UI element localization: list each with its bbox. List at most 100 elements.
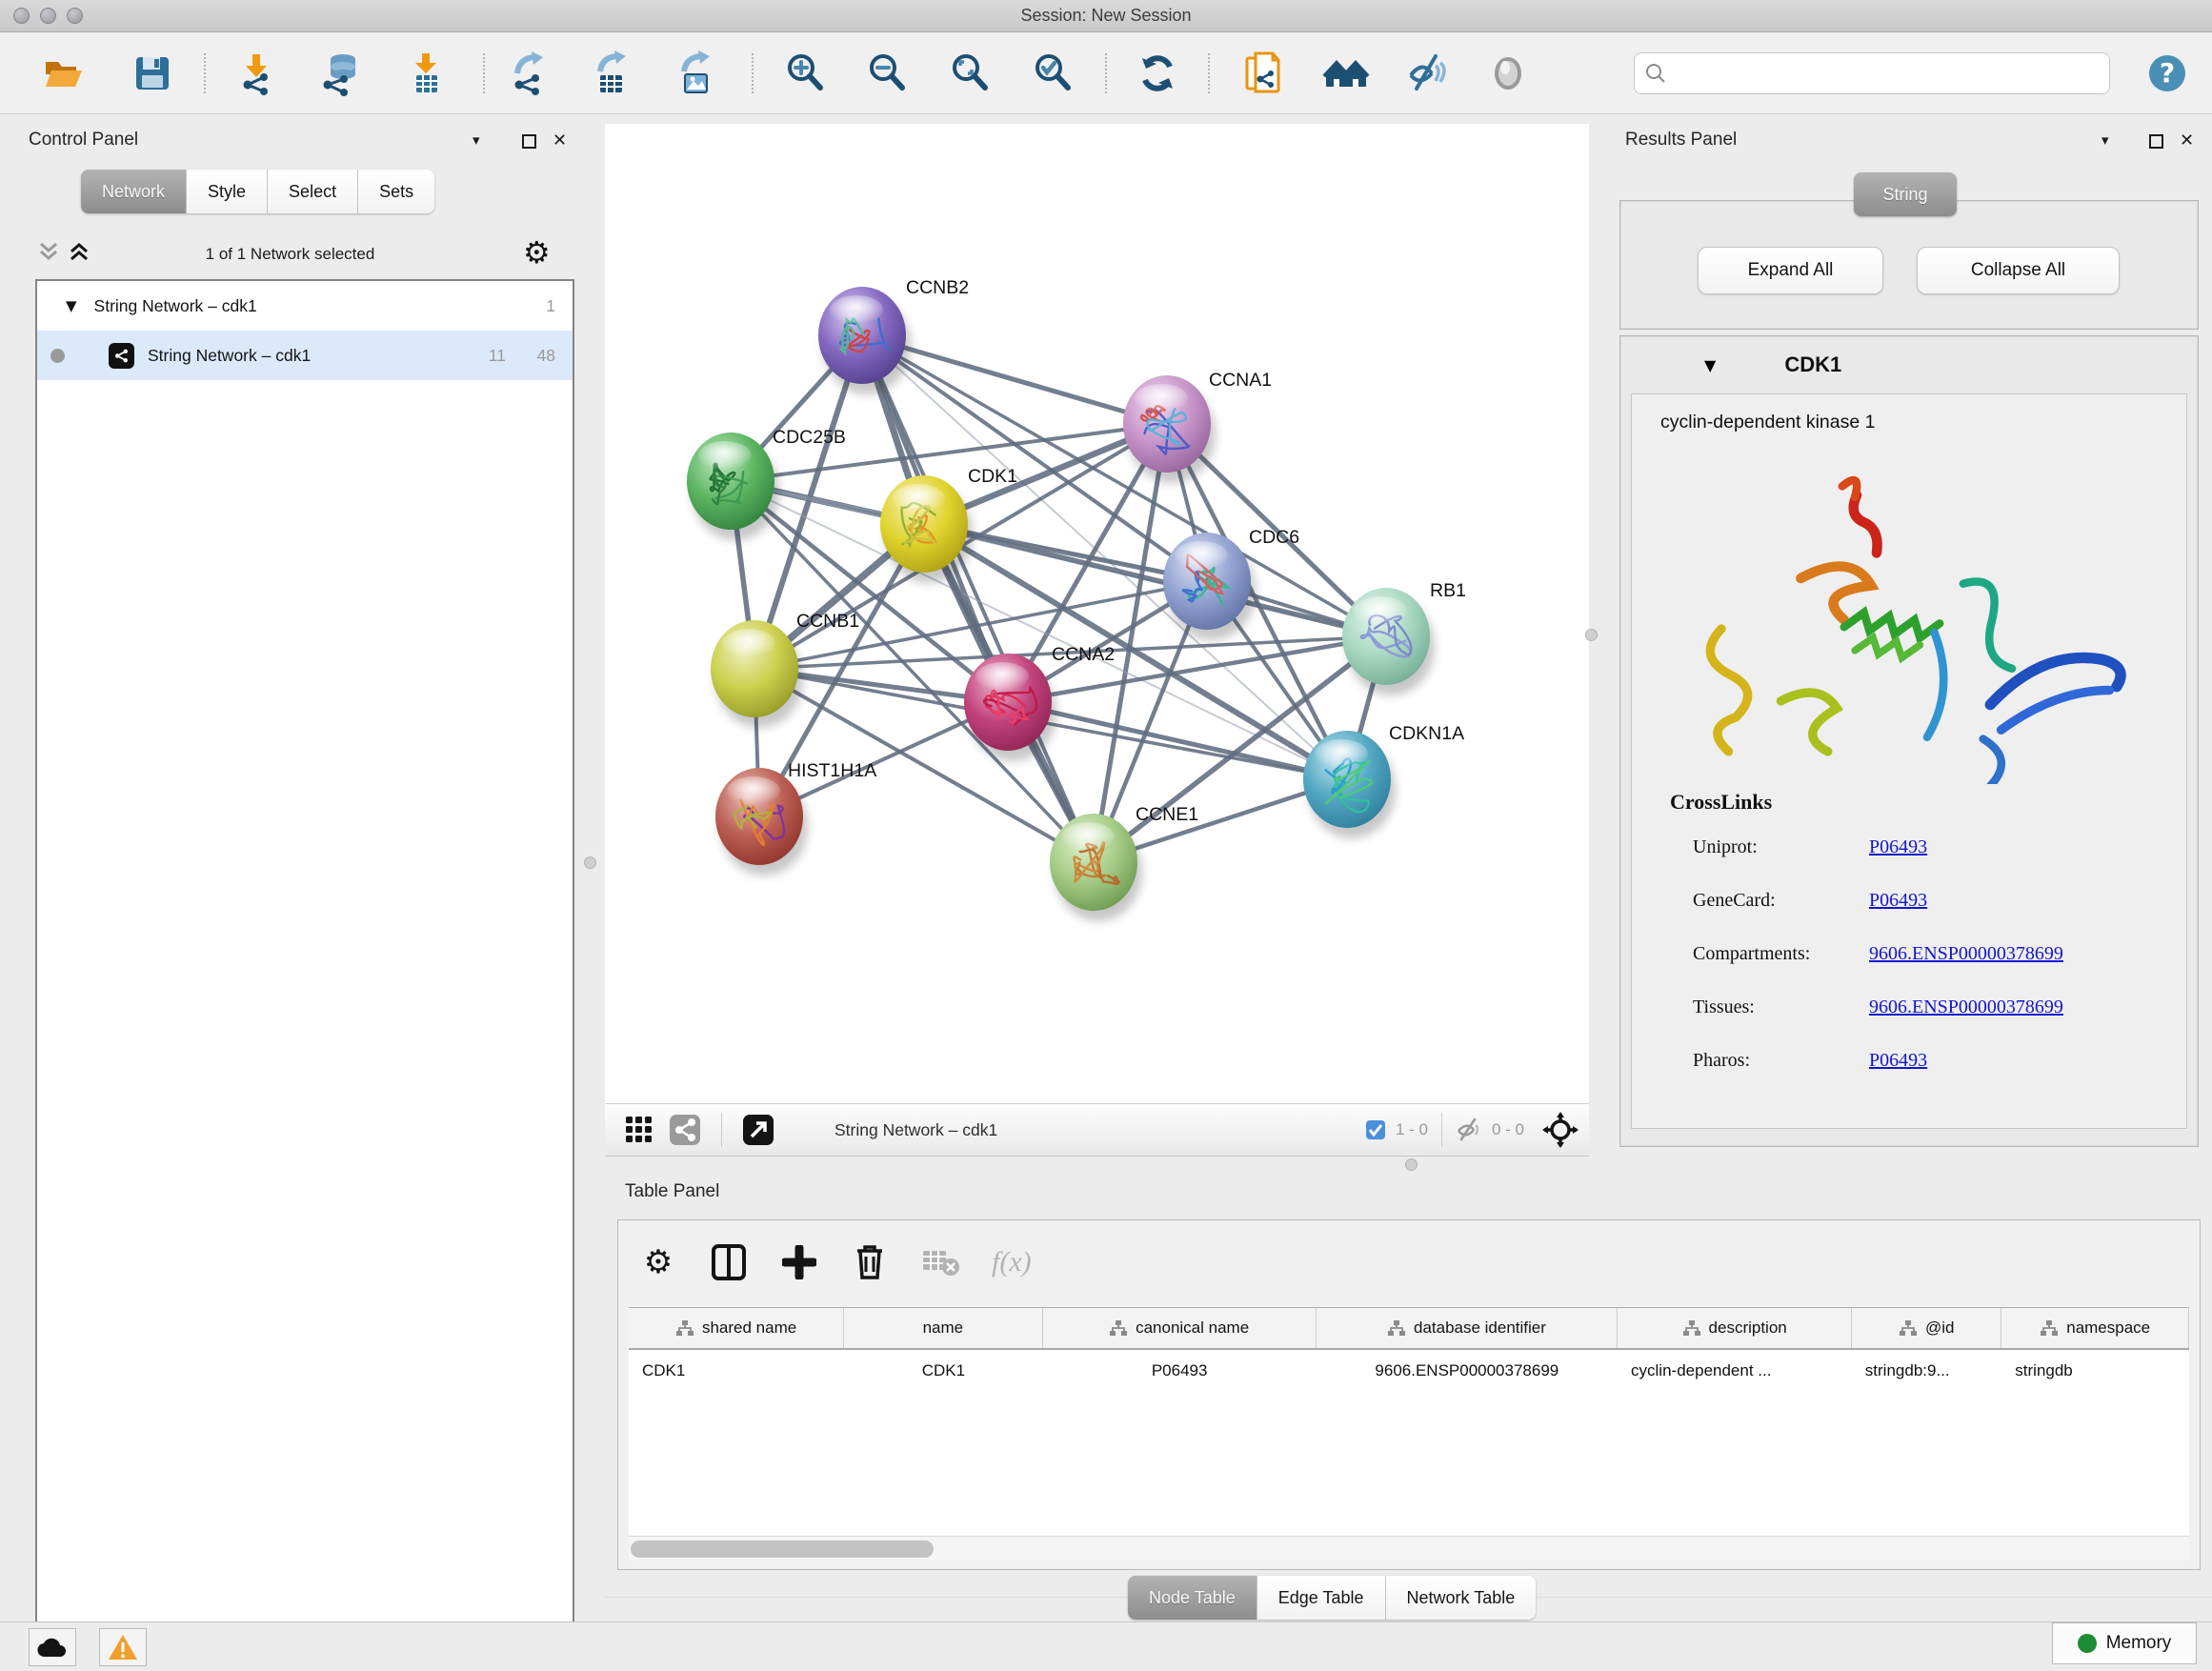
help-icon[interactable]: ?	[2143, 50, 2191, 97]
import-network-from-file-icon[interactable]	[233, 50, 281, 97]
table-cell[interactable]: stringdb:9...	[1852, 1350, 2001, 1392]
network-collection-row[interactable]: ▼ String Network – cdk1 1	[37, 281, 573, 331]
svg-text:?: ?	[2160, 57, 2175, 89]
column-header-canonical-name[interactable]: canonical name	[1043, 1308, 1317, 1348]
refresh-icon[interactable]	[1134, 50, 1181, 97]
tab-node-table[interactable]: Node Table	[1128, 1576, 1257, 1620]
right-splitter-handle[interactable]	[1585, 629, 1598, 641]
horizontal-splitter-handle[interactable]	[1405, 1158, 1418, 1171]
edge-CCNA2-CDKN1A[interactable]	[1008, 702, 1347, 779]
table-cell[interactable]: 9606.ENSP00000378699	[1317, 1350, 1618, 1392]
table-row[interactable]: CDK1CDK1P064939606.ENSP00000378699cyclin…	[629, 1350, 2189, 1392]
hidden-eye-slash-icon[interactable]	[1456, 1117, 1482, 1142]
network-canvas[interactable]: CCNB2CCNA1CDC25BCDK1CDC6RB1CCNB1CCNA2CDK…	[605, 124, 1589, 1103]
hide-eye-icon[interactable]	[1402, 50, 1450, 97]
close-panel-icon[interactable]: ✕	[2180, 131, 2194, 151]
node-HIST1H1A[interactable]: HIST1H1A	[715, 760, 876, 876]
delete-column-icon[interactable]	[847, 1239, 893, 1285]
show-eye-icon[interactable]	[1484, 50, 1532, 97]
float-panel-icon[interactable]	[2149, 134, 2163, 149]
tab-sets[interactable]: Sets	[358, 170, 434, 213]
zoom-out-icon[interactable]	[863, 50, 911, 97]
edge-CDK1-RB1[interactable]	[924, 524, 1386, 636]
expand-all-button[interactable]: Expand All	[1698, 247, 1883, 294]
float-panel-icon[interactable]	[522, 134, 536, 149]
delete-table-icon[interactable]	[917, 1239, 963, 1285]
import-table-from-file-icon[interactable]	[403, 50, 451, 97]
horizontal-splitter[interactable]	[605, 1157, 2212, 1174]
table-hscrollbar-thumb[interactable]	[631, 1540, 934, 1558]
crosslink-link[interactable]: P06493	[1869, 836, 1927, 858]
tab-string[interactable]: String	[1854, 172, 1957, 216]
tab-network-table[interactable]: Network Table	[1386, 1576, 1537, 1620]
column-selector-icon[interactable]	[706, 1239, 752, 1285]
tab-network[interactable]: Network	[81, 170, 187, 213]
panel-menu-icon[interactable]: ▾	[2101, 131, 2109, 149]
table-cell[interactable]: cyclin-dependent ...	[1618, 1350, 1852, 1392]
document-share-icon[interactable]	[1238, 50, 1286, 97]
collection-disclosure-icon[interactable]: ▼	[66, 297, 77, 314]
cloud-status-icon[interactable]	[29, 1628, 76, 1666]
home-icon[interactable]	[1322, 50, 1370, 97]
tab-edge-table[interactable]: Edge Table	[1257, 1576, 1386, 1620]
entry-header[interactable]: ▼ CDK1	[1620, 336, 2198, 393]
zoom-selected-region-icon[interactable]	[1029, 50, 1076, 97]
close-panel-icon[interactable]: ✕	[553, 131, 567, 151]
export-image-icon[interactable]	[672, 50, 719, 97]
crosslink-link[interactable]: P06493	[1869, 1050, 1927, 1072]
node-CCNA2[interactable]: CCNA2	[964, 644, 1115, 761]
selected-checkbox-icon[interactable]	[1365, 1119, 1386, 1140]
collapse-all-button[interactable]: Collapse All	[1917, 247, 2120, 294]
string-view-icon[interactable]	[662, 1107, 708, 1153]
panel-menu-icon[interactable]: ▾	[473, 131, 480, 149]
function-builder-icon[interactable]: f(x)	[992, 1246, 1032, 1278]
open-in-new-window-icon[interactable]	[735, 1107, 781, 1153]
column-header-description[interactable]: description	[1618, 1308, 1852, 1348]
edge-CCNB2-CCNE1[interactable]	[862, 335, 1094, 862]
table-hscrollbar[interactable]	[629, 1536, 2189, 1560]
open-session-icon[interactable]	[38, 50, 86, 97]
tab-style[interactable]: Style	[187, 170, 268, 213]
zoom-fit-content-icon[interactable]	[946, 50, 994, 97]
node-CCNE1[interactable]: CCNE1	[1050, 804, 1198, 921]
table-cell[interactable]: stringdb	[2001, 1350, 2189, 1392]
node-CDC6[interactable]: CDC6	[1163, 527, 1299, 640]
node-CCNB2[interactable]: CCNB2	[818, 277, 969, 394]
entry-disclosure-icon[interactable]: ▼	[1704, 356, 1716, 374]
node-CCNA1[interactable]: CCNA1	[1123, 370, 1272, 483]
column-header-shared-name[interactable]: shared name	[629, 1308, 844, 1348]
export-table-icon[interactable]	[588, 50, 635, 97]
node-RB1[interactable]: RB1	[1342, 580, 1466, 695]
column-header--id[interactable]: @id	[1852, 1308, 2001, 1348]
table-cell[interactable]: P06493	[1043, 1350, 1317, 1392]
network-row[interactable]: String Network – cdk1 11 48	[37, 331, 573, 380]
save-session-icon[interactable]	[129, 50, 176, 97]
column-header-database-identifier[interactable]: database identifier	[1317, 1308, 1619, 1348]
crosslink-link[interactable]: 9606.ENSP00000378699	[1869, 997, 2063, 1018]
export-network-icon[interactable]	[505, 50, 553, 97]
column-header-name[interactable]: name	[844, 1308, 1042, 1348]
import-network-from-database-icon[interactable]	[317, 50, 365, 97]
crosslink-link[interactable]: 9606.ENSP00000378699	[1869, 943, 2063, 965]
memory-button[interactable]: Memory	[2052, 1622, 2197, 1664]
left-splitter-handle[interactable]	[584, 856, 596, 869]
table-settings-gear-icon[interactable]: ⚙	[635, 1239, 681, 1285]
column-header-label: namespace	[2066, 1319, 2150, 1338]
fit-selected-crosshair-icon[interactable]	[1538, 1107, 1583, 1153]
network-options-gear-icon[interactable]: ⚙	[523, 234, 551, 271]
tab-select[interactable]: Select	[268, 170, 358, 213]
collection-count: 1	[546, 296, 555, 316]
memory-label: Memory	[2106, 1633, 2172, 1654]
add-column-icon[interactable]	[776, 1239, 822, 1285]
table-cell[interactable]: CDK1	[629, 1350, 844, 1392]
node-CCNB1[interactable]: CCNB1	[711, 611, 859, 728]
birds-eye-view-icon[interactable]	[616, 1107, 662, 1153]
zoom-in-icon[interactable]	[781, 50, 829, 97]
table-cell[interactable]: CDK1	[844, 1350, 1043, 1392]
search-input[interactable]	[1673, 64, 2109, 83]
node-label-CDC25B: CDC25B	[773, 427, 846, 448]
warning-icon[interactable]	[99, 1628, 147, 1666]
crosslink-link[interactable]: P06493	[1869, 890, 1927, 912]
node-CDKN1A[interactable]: CDKN1A	[1303, 723, 1464, 838]
column-header-namespace[interactable]: namespace	[2001, 1308, 2189, 1348]
